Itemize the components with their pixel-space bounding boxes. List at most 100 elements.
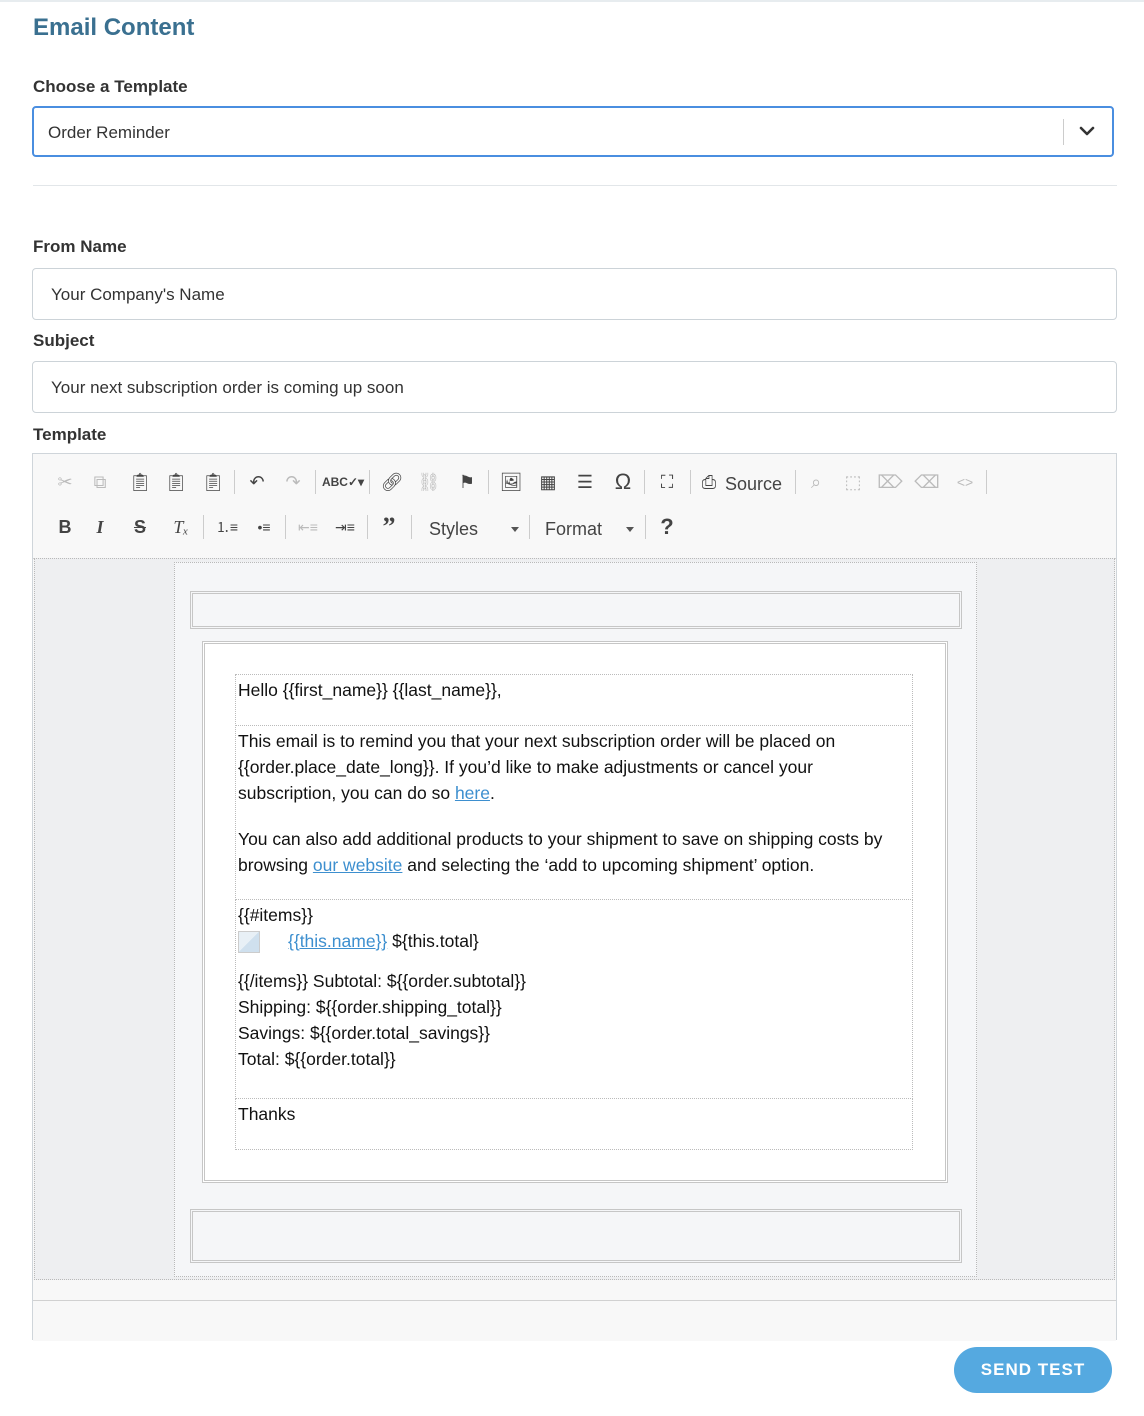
template-select[interactable]: Order Reminder: [32, 106, 1114, 157]
help-icon[interactable]: ?: [655, 514, 679, 539]
subtotal-line: {{/items}} Subtotal: ${{order.subtotal}}: [238, 971, 527, 991]
source-icon[interactable]: ⎙: [699, 470, 719, 494]
toolbar-separator: [529, 515, 530, 539]
remove-format-disabled-icon[interactable]: ⌫: [914, 470, 939, 494]
greeting-cell: Hello {{first_name}} {{last_name}},: [235, 674, 913, 726]
toolbar-separator: [285, 515, 286, 539]
select-separator: [1063, 119, 1064, 145]
items-cell: {{#items}} {{this.name}} ${this.total} {…: [235, 899, 913, 1099]
numbered-list-icon[interactable]: ⒈≡: [215, 515, 239, 539]
unlink-icon[interactable]: ⛓︎: [417, 470, 441, 494]
link-icon[interactable]: 🔗︎: [380, 470, 404, 494]
maximize-icon[interactable]: ⛶: [655, 470, 679, 494]
italic-icon[interactable]: I: [88, 515, 112, 539]
toolbar-separator: [986, 470, 987, 494]
toolbar-separator: [369, 470, 370, 494]
toolbar-separator: [690, 470, 691, 494]
chevron-down-icon[interactable]: [1076, 120, 1098, 142]
horizontal-line-icon[interactable]: ☰: [573, 470, 597, 494]
template-editor[interactable]: ✂ ⧉ 📋︎ 📋︎ 📋︎ ↶ ↷ ABC✓▾ 🔗︎ ⛓︎ ⚑ 🖼︎ ▦ ☰ Ω …: [32, 453, 1117, 1341]
email-wrapper: Hello {{first_name}} {{last_name}}, This…: [174, 562, 977, 1277]
section-title: Email Content: [33, 14, 195, 41]
dropdown-arrow-icon: [511, 527, 519, 532]
anchor-flag-icon[interactable]: ⚑: [455, 470, 479, 494]
closing-text: Thanks: [238, 1104, 296, 1124]
special-char-icon[interactable]: Ω: [611, 469, 635, 494]
reminder-text: This email is to remind you that your ne…: [238, 731, 836, 803]
styles-dropdown[interactable]: Styles: [429, 519, 521, 541]
item-row: {{this.name}} ${this.total}: [236, 928, 912, 954]
cut-icon[interactable]: ✂: [53, 470, 77, 494]
source-button[interactable]: Source: [725, 474, 782, 495]
toolbar-separator: [315, 470, 316, 494]
from-name-label: From Name: [33, 237, 127, 256]
spellcheck-icon[interactable]: ABC✓▾: [322, 470, 364, 494]
outdent-icon[interactable]: ⇤≡: [296, 515, 320, 539]
undo-icon[interactable]: ↶: [245, 470, 269, 494]
indent-icon[interactable]: ⇥≡: [333, 515, 357, 539]
paste-text-disabled-icon[interactable]: ⌦: [877, 470, 902, 494]
remove-format-icon[interactable]: Tₓ: [169, 515, 193, 539]
reminder-text-end: .: [489, 783, 495, 803]
reminder-paragraph: This email is to remind you that your ne…: [236, 728, 912, 806]
template-select-label: Choose a Template: [33, 77, 188, 96]
our-website-link[interactable]: our website: [313, 855, 403, 875]
broken-image-icon: [238, 931, 260, 954]
total-line: Total: ${{order.total}}: [238, 1049, 396, 1069]
top-divider: [0, 0, 1144, 2]
products-paragraph: You can also add additional products to …: [236, 826, 912, 878]
strikethrough-icon[interactable]: S: [128, 515, 152, 539]
find-icon[interactable]: ⌕: [804, 470, 828, 494]
editor-toolbar: ✂ ⧉ 📋︎ 📋︎ 📋︎ ↶ ↷ ABC✓▾ 🔗︎ ⛓︎ ⚑ 🖼︎ ▦ ☰ Ω …: [33, 454, 1116, 559]
greeting-text: Hello {{first_name}} {{last_name}},: [238, 680, 502, 700]
from-name-field[interactable]: Your Company's Name: [32, 268, 1117, 320]
format-dropdown[interactable]: Format: [545, 519, 637, 541]
select-all-icon[interactable]: ⬚: [841, 470, 865, 494]
paste-text-icon[interactable]: 📋︎: [164, 470, 188, 494]
send-test-button[interactable]: SEND TEST: [954, 1347, 1112, 1393]
toolbar-separator: [367, 515, 368, 539]
template-select-value: Order Reminder: [48, 123, 170, 142]
copy-icon[interactable]: ⧉: [88, 470, 112, 494]
here-link[interactable]: here: [455, 783, 490, 803]
toolbar-separator: [795, 470, 796, 494]
closing-cell: Thanks: [235, 1098, 913, 1150]
toolbar-separator: [644, 470, 645, 494]
from-name-value: Your Company's Name: [51, 285, 225, 304]
blockquote-icon[interactable]: ”: [377, 512, 401, 541]
toolbar-separator: [203, 515, 204, 539]
products-text-end: and selecting the ‘add to upcoming shipm…: [402, 855, 815, 875]
template-label: Template: [33, 425, 107, 444]
message-cell: This email is to remind you that your ne…: [235, 725, 913, 900]
format-dropdown-label: Format: [545, 519, 603, 539]
editor-content-area[interactable]: Hello {{first_name}} {{last_name}}, This…: [34, 558, 1115, 1280]
subject-field[interactable]: Your next subscription order is coming u…: [32, 361, 1117, 413]
bold-icon[interactable]: B: [53, 515, 77, 539]
dropdown-arrow-icon: [626, 527, 634, 532]
savings-line: Savings: ${{order.total_savings}}: [238, 1023, 490, 1043]
subject-value: Your next subscription order is coming u…: [51, 378, 404, 397]
section-divider: [33, 185, 1117, 186]
styles-dropdown-label: Styles: [429, 519, 479, 539]
redo-icon[interactable]: ↷: [281, 470, 305, 494]
table-icon[interactable]: ▦: [536, 470, 560, 494]
toolbar-separator: [645, 515, 646, 539]
email-footer-block: [190, 1209, 962, 1263]
toolbar-separator: [411, 515, 412, 539]
paste-word-icon[interactable]: 📋︎: [201, 470, 225, 494]
shipping-line: Shipping: ${{order.shipping_total}}: [238, 997, 502, 1017]
items-open-tag: {{#items}}: [238, 905, 313, 925]
paste-icon[interactable]: 📋︎: [128, 470, 152, 494]
bulleted-list-icon[interactable]: •≡: [252, 515, 276, 539]
toolbar-separator: [234, 470, 235, 494]
code-icon[interactable]: <>: [953, 470, 977, 494]
email-body: Hello {{first_name}} {{last_name}}, This…: [235, 674, 915, 1154]
item-total: ${this.total}: [392, 931, 479, 951]
email-body-container: Hello {{first_name}} {{last_name}}, This…: [202, 641, 948, 1183]
subject-label: Subject: [33, 331, 95, 350]
image-icon[interactable]: 🖼︎: [499, 470, 523, 494]
item-name-link[interactable]: {{this.name}}: [288, 931, 387, 951]
editor-status-bar: [33, 1300, 1116, 1341]
email-header-block: [190, 591, 962, 629]
toolbar-separator: [488, 470, 489, 494]
